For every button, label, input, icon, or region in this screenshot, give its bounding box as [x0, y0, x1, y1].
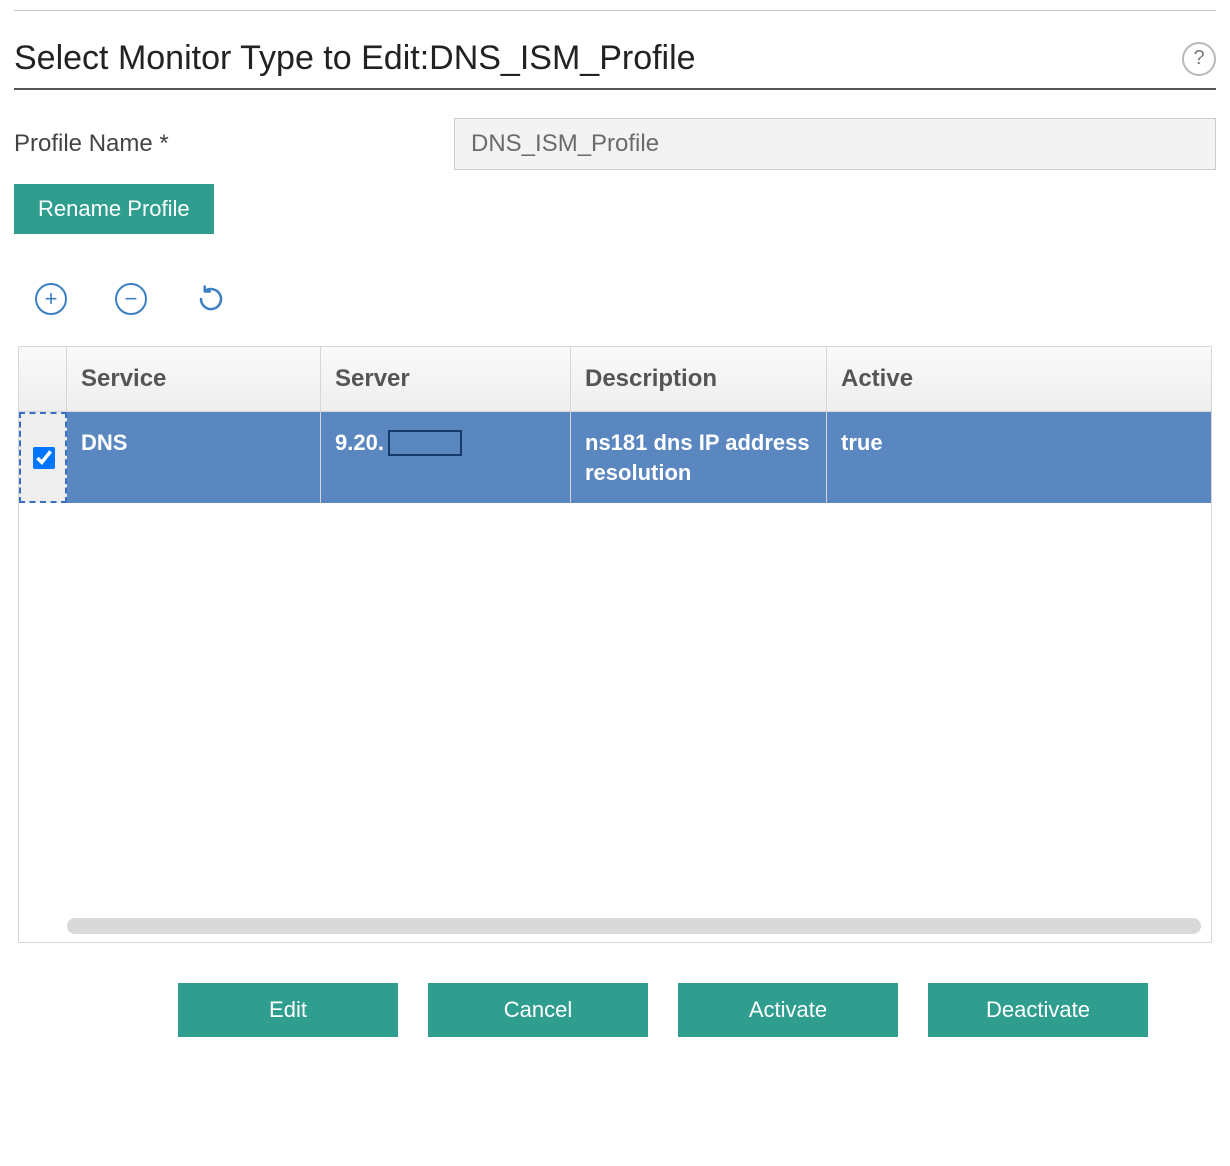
server-redacted: [388, 430, 462, 456]
add-button[interactable]: +: [34, 282, 68, 316]
remove-button[interactable]: −: [114, 282, 148, 316]
profile-name-input[interactable]: [454, 118, 1216, 170]
cell-service: DNS: [67, 412, 321, 503]
cell-active: true: [827, 412, 1211, 503]
page-title: Select Monitor Type to Edit:DNS_ISM_Prof…: [14, 39, 696, 78]
row-checkbox-cell[interactable]: [19, 412, 67, 503]
rename-profile-button[interactable]: Rename Profile: [14, 184, 214, 234]
col-description-header[interactable]: Description: [571, 347, 827, 411]
profile-name-label: Profile Name *: [14, 130, 454, 158]
monitor-table: Service Server Description Active DNS 9.…: [18, 346, 1212, 943]
server-prefix: 9.20.: [335, 428, 384, 458]
col-service-header[interactable]: Service: [67, 347, 321, 411]
plus-icon: +: [35, 283, 67, 315]
cell-description: ns181 dns IP address resolution: [571, 412, 827, 503]
refresh-button[interactable]: [194, 282, 228, 316]
cell-server: 9.20.: [321, 412, 571, 503]
deactivate-button[interactable]: Deactivate: [928, 983, 1148, 1037]
help-icon[interactable]: ?: [1182, 42, 1216, 76]
minus-icon: −: [115, 283, 147, 315]
col-check-header: [19, 347, 67, 411]
help-glyph: ?: [1193, 47, 1204, 70]
col-active-header[interactable]: Active: [827, 347, 1211, 411]
top-divider: [14, 10, 1216, 11]
table-row[interactable]: DNS 9.20. ns181 dns IP address resolutio…: [19, 412, 1211, 503]
table-header: Service Server Description Active: [19, 347, 1211, 412]
cancel-button[interactable]: Cancel: [428, 983, 648, 1037]
edit-button[interactable]: Edit: [178, 983, 398, 1037]
row-checkbox[interactable]: [33, 447, 55, 469]
activate-button[interactable]: Activate: [678, 983, 898, 1037]
refresh-icon: [196, 284, 226, 314]
horizontal-scrollbar[interactable]: [67, 918, 1201, 934]
col-server-header[interactable]: Server: [321, 347, 571, 411]
